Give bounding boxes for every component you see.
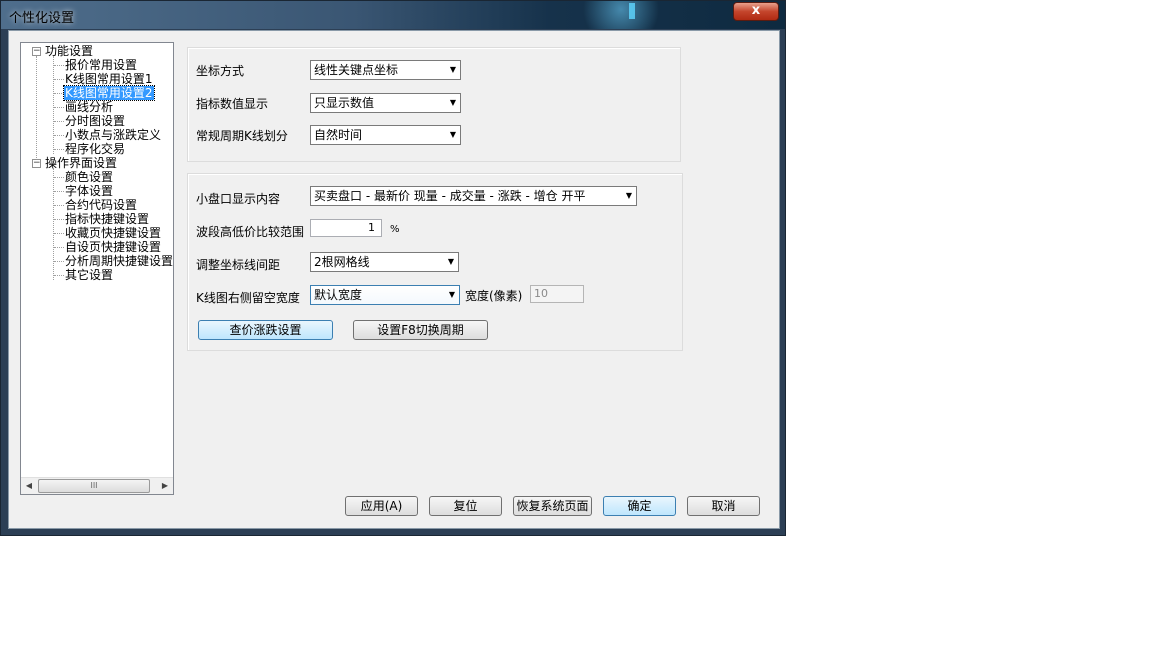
mini-panel-select[interactable]: 买卖盘口 - 最新价 现量 - 成交量 - 涨跌 - 增仓 开平 ▼ (310, 186, 637, 206)
close-icon: x (751, 3, 761, 18)
tree-connector (54, 79, 64, 80)
tree-connector (54, 219, 64, 220)
tree-item-kline-settings-2[interactable]: K线图常用设置2 (63, 85, 155, 101)
tree-item-timeshare-settings[interactable]: 分时图设置 (65, 114, 125, 128)
chevron-down-icon: ▼ (449, 130, 456, 139)
period-division-value: 自然时间 (314, 128, 363, 142)
kline-basic-group: 坐标方式 线性关键点坐标 ▼ 指标数值显示 只显示数值 ▼ 常规周期K线划分 自然时… (187, 47, 681, 162)
chevron-down-icon: ▼ (448, 290, 455, 299)
scroll-left-icon[interactable]: ◀ (21, 478, 37, 494)
collapse-icon[interactable]: − (32, 47, 41, 56)
ok-button[interactable]: 确定 (603, 496, 676, 516)
right-space-select[interactable]: 默认宽度 ▼ (310, 285, 460, 305)
tree-item-custom-page-hotkeys[interactable]: 自设页快捷键设置 (65, 240, 161, 254)
title-bar-glow (561, 1, 681, 29)
dialog-client-area: − 功能设置 报价常用设置 K线图常用设置1 K线图常用设置2 画线分析 分时图… (8, 30, 780, 529)
width-pixels-input[interactable]: 10 (530, 285, 584, 303)
close-button[interactable]: x (733, 2, 779, 21)
tree-item-font-settings[interactable]: 字体设置 (65, 184, 113, 198)
mini-panel-label: 小盘口显示内容 (196, 192, 281, 206)
indicator-display-label: 指标数值显示 (196, 97, 269, 111)
tree-item-period-hotkeys[interactable]: 分析周期快捷键设置 (65, 254, 173, 268)
tree-item-quote-settings[interactable]: 报价常用设置 (65, 58, 137, 72)
tree-horizontal-scrollbar[interactable]: ◀ III ▶ (21, 477, 173, 494)
chevron-down-icon: ▼ (447, 257, 454, 266)
indicator-display-select[interactable]: 只显示数值 ▼ (310, 93, 461, 113)
tree-connector (36, 56, 37, 168)
tree-item-color-settings[interactable]: 颜色设置 (65, 170, 113, 184)
chevron-down-icon: ▼ (625, 191, 632, 200)
tree-connector (54, 149, 64, 150)
tree-connector (54, 261, 64, 262)
indicator-display-value: 只显示数值 (314, 96, 375, 110)
kline-display-group: 小盘口显示内容 买卖盘口 - 最新价 现量 - 成交量 - 涨跌 - 增仓 开平… (187, 173, 683, 351)
coord-mode-value: 线性关键点坐标 (314, 63, 399, 77)
tree-item-favorites-hotkeys[interactable]: 收藏页快捷键设置 (65, 226, 161, 240)
tree-connector (54, 233, 64, 234)
tree-connector (54, 191, 64, 192)
tree-item-other-settings[interactable]: 其它设置 (65, 268, 113, 282)
tree-connector (54, 93, 64, 94)
window-title: 个性化设置 (9, 11, 75, 26)
scroll-thumb[interactable]: III (38, 479, 150, 493)
grid-spacing-label: 调整坐标线间距 (196, 258, 281, 272)
cancel-button[interactable]: 取消 (687, 496, 760, 516)
chevron-down-icon: ▼ (449, 65, 456, 74)
tree-item-indicator-hotkeys[interactable]: 指标快捷键设置 (65, 212, 149, 226)
right-space-value: 默认宽度 (314, 288, 363, 302)
period-division-select[interactable]: 自然时间 ▼ (310, 125, 461, 145)
restore-system-page-button[interactable]: 恢复系统页面 (513, 496, 592, 516)
tree-item-program-trading[interactable]: 程序化交易 (65, 142, 125, 156)
right-space-label: K线图右侧留空宽度 (196, 291, 300, 305)
tree-item-contract-code[interactable]: 合约代码设置 (65, 198, 137, 212)
tree-item-drawing-analysis[interactable]: 画线分析 (65, 100, 113, 114)
grid-spacing-select[interactable]: 2根网格线 ▼ (310, 252, 459, 272)
coord-mode-label: 坐标方式 (196, 64, 245, 78)
width-pixels-label: 宽度(像素) (465, 289, 523, 303)
tree-item-decimal-change[interactable]: 小数点与涨跌定义 (65, 128, 161, 142)
tree-connector (54, 121, 64, 122)
period-division-label: 常规周期K线划分 (196, 129, 288, 143)
reset-button[interactable]: 复位 (429, 496, 502, 516)
tree-connector (54, 247, 64, 248)
wave-range-unit: % (390, 224, 400, 235)
settings-window: 个性化设置 x − 功能设置 报价常用设置 K线图常用设置1 K线图常用设置2 … (0, 0, 786, 536)
tree-connector (53, 168, 54, 280)
price-limit-settings-button[interactable]: 查价涨跌设置 (198, 320, 333, 340)
scroll-right-icon[interactable]: ▶ (157, 478, 173, 494)
tree-connector (54, 135, 64, 136)
wave-range-label: 波段高低价比较范围 (196, 225, 305, 239)
settings-tree[interactable]: − 功能设置 报价常用设置 K线图常用设置1 K线图常用设置2 画线分析 分时图… (20, 42, 174, 495)
tree-connector (53, 56, 54, 154)
coord-mode-select[interactable]: 线性关键点坐标 ▼ (310, 60, 461, 80)
tree-connector (54, 107, 64, 108)
tree-connector (54, 177, 64, 178)
mini-panel-value: 买卖盘口 - 最新价 现量 - 成交量 - 涨跌 - 增仓 开平 (314, 189, 586, 203)
collapse-icon[interactable]: − (32, 159, 41, 168)
grid-spacing-value: 2根网格线 (314, 255, 370, 269)
tree-group-function-settings[interactable]: 功能设置 (45, 44, 93, 58)
tree-connector (54, 65, 64, 66)
apply-button[interactable]: 应用(A) (345, 496, 418, 516)
tree-item-kline-settings-1[interactable]: K线图常用设置1 (65, 72, 153, 86)
title-bar-glow-accent (629, 3, 635, 19)
wave-range-input[interactable]: 1 (310, 219, 382, 237)
f8-period-settings-button[interactable]: 设置F8切换周期 (353, 320, 488, 340)
tree-connector (54, 275, 64, 276)
tree-group-ui-settings[interactable]: 操作界面设置 (45, 156, 117, 170)
chevron-down-icon: ▼ (449, 98, 456, 107)
tree-connector (54, 205, 64, 206)
title-bar[interactable]: 个性化设置 x (1, 1, 785, 29)
